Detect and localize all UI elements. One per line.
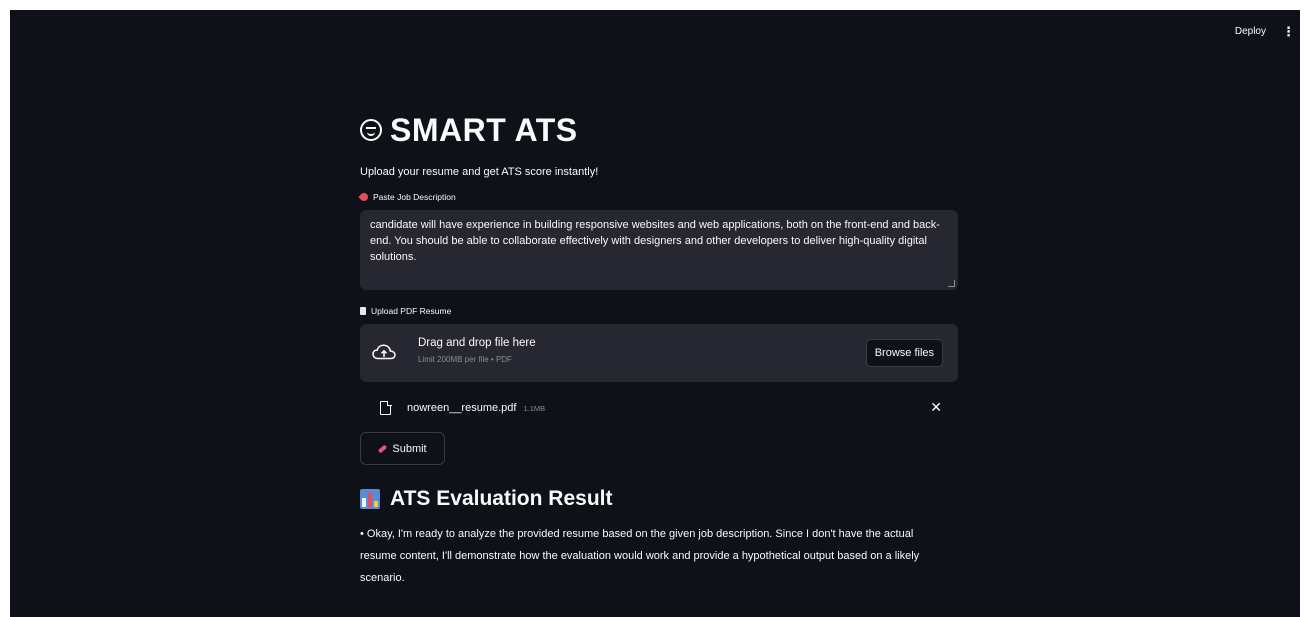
dropzone-text-group: Drag and drop file here Limit 200MB per … [418,337,536,364]
bar-chart-icon [360,489,380,509]
browse-files-button[interactable]: Browse files [865,339,943,367]
page-title: SMART ATS [360,110,958,150]
smiley-face-icon [360,119,382,141]
chart-icon-bar [374,501,378,507]
cloud-upload-icon [372,344,396,360]
page-subtitle: Upload your resume and get ATS score ins… [360,166,599,178]
uploaded-file-row: nowreen__resume.pdf 1.1MB ✕ [360,394,958,422]
file-dropzone[interactable]: Drag and drop file here Limit 200MB per … [360,324,958,382]
result-heading-text: ATS Evaluation Result [390,487,613,510]
job-description-value: candidate will have experience in buildi… [370,219,940,263]
submit-button-label: Submit [392,442,427,455]
app-window: Deploy ⋮ SMART ATS Upload your resume an… [10,10,1300,617]
main-content: SMART ATS Upload your resume and get ATS… [358,110,958,589]
job-description-label: Paste Job Description [358,191,958,203]
page-icon [360,307,366,315]
dropzone-instruction: Drag and drop file here [418,337,536,349]
result-heading: ATS Evaluation Result [360,485,958,513]
pushpin-icon [358,191,370,203]
chart-icon-bar [362,498,366,507]
page-title-text: SMART ATS [390,111,578,148]
remove-file-icon[interactable]: ✕ [930,399,942,416]
submit-button[interactable]: Submit [360,432,445,465]
file-icon [380,400,392,415]
main-menu-icon[interactable]: ⋮ [1282,25,1295,38]
deploy-button[interactable]: Deploy [1231,24,1270,39]
upload-resume-label-text: Upload PDF Resume [371,306,452,316]
resize-handle-icon[interactable] [948,280,955,287]
top-toolbar: Deploy ⋮ [1231,24,1295,39]
job-description-textarea[interactable]: candidate will have experience in buildi… [360,210,958,290]
dropzone-limit: Limit 200MB per file • PDF [418,355,512,364]
rocket-icon [378,444,388,453]
uploaded-file-size: 1.1MB [523,403,546,413]
job-description-label-text: Paste Job Description [373,192,456,202]
uploaded-file-name: nowreen__resume.pdf [407,402,517,414]
result-body-text: • Okay, I'm ready to analyze the provide… [360,528,920,584]
chart-icon-bar [368,493,372,507]
upload-resume-label: Upload PDF Resume [360,306,958,316]
